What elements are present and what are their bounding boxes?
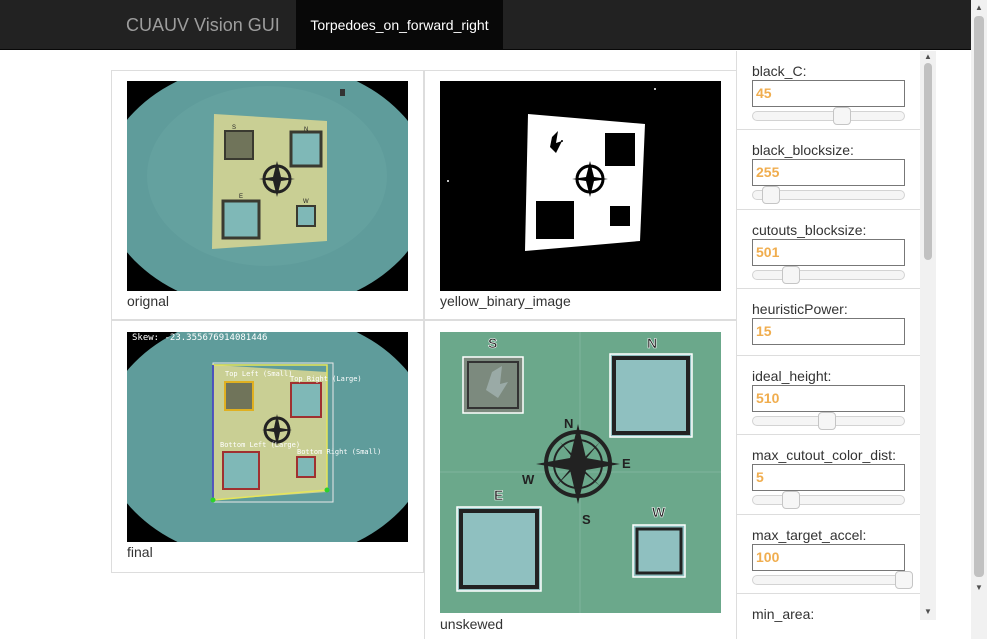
svg-text:E: E [239, 194, 243, 200]
slider-handle[interactable] [895, 571, 913, 589]
svg-text:S: S [232, 125, 236, 131]
svg-text:Bottom Right (Small): Bottom Right (Small) [297, 448, 381, 456]
page-scroll-thumb[interactable] [974, 16, 984, 577]
param-label: black_C: [752, 63, 807, 79]
param-heuristic-power-input[interactable]: 15 [752, 318, 905, 345]
image-caption: yellow_binary_image [440, 293, 571, 309]
param-black-c-input[interactable]: 45 [752, 80, 905, 107]
param-min-area: min_area: [737, 594, 920, 639]
svg-text:N: N [304, 127, 308, 133]
slider-handle[interactable] [833, 107, 852, 125]
param-ideal-height: ideal_height: 510 [737, 356, 920, 435]
scroll-down-icon[interactable]: ▼ [971, 582, 987, 594]
scroll-up-icon[interactable]: ▲ [971, 2, 987, 14]
image-panel-yellow-binary: yellow_binary_image [424, 70, 737, 320]
slider-handle[interactable] [781, 491, 800, 509]
svg-text:W: W [303, 199, 309, 205]
svg-text:N: N [647, 335, 657, 351]
image-panel-final: Skew: -23.355676914081446 Top Left (Smal… [111, 320, 424, 573]
param-ideal-height-input[interactable]: 510 [752, 385, 905, 412]
param-max-target-accel: max_target_accel: 100 [737, 515, 920, 594]
scroll-up-icon[interactable]: ▲ [920, 51, 936, 63]
param-cutouts-blocksize-slider[interactable] [752, 266, 905, 284]
param-label: black_blocksize: [752, 142, 854, 158]
param-black-blocksize-input[interactable]: 255 [752, 159, 905, 186]
image-panel-original: S N E W orignal [111, 70, 424, 320]
param-label: cutouts_blocksize: [752, 222, 867, 238]
param-cutouts-blocksize-input[interactable]: 501 [752, 239, 905, 266]
svg-text:S: S [488, 335, 497, 351]
slider-handle[interactable] [781, 266, 800, 284]
app-brand[interactable]: CUAUV Vision GUI [126, 15, 280, 36]
sidebar-scrollbar[interactable]: ▲ ▼ [920, 51, 936, 620]
svg-text:N: N [564, 416, 573, 431]
param-max-target-accel-input[interactable]: 100 [752, 544, 905, 571]
param-cutouts-blocksize: cutouts_blocksize: 501 [737, 210, 920, 289]
svg-text:Bottom Left (Large): Bottom Left (Large) [220, 441, 300, 449]
param-black-blocksize: black_blocksize: 255 [737, 130, 920, 210]
original-camera-image: S N E W [127, 81, 408, 291]
image-caption: orignal [127, 293, 170, 309]
image-caption: final [127, 544, 153, 560]
svg-text:W: W [522, 472, 535, 487]
param-max-cutout-color-dist-slider[interactable] [752, 491, 905, 509]
yellow-binary-image [440, 81, 721, 291]
svg-text:Top Left (Small): Top Left (Small) [225, 370, 292, 378]
param-black-c: black_C: 45 [737, 51, 920, 130]
final-overlay-image: Skew: -23.355676914081446 Top Left (Smal… [127, 332, 408, 542]
svg-text:E: E [494, 487, 503, 503]
slider-handle[interactable] [762, 186, 781, 204]
slider-handle[interactable] [817, 412, 836, 430]
svg-text:Top Right (Large): Top Right (Large) [290, 375, 362, 383]
param-max-target-accel-slider[interactable] [752, 571, 913, 589]
svg-text:E: E [622, 456, 631, 471]
scroll-down-icon[interactable]: ▼ [920, 606, 936, 618]
param-heuristic-power: heuristicPower: 15 [737, 289, 920, 356]
param-label: max_target_accel: [752, 527, 867, 543]
param-max-cutout-color-dist-input[interactable]: 5 [752, 464, 905, 491]
param-label: ideal_height: [752, 368, 832, 384]
param-black-c-slider[interactable] [752, 107, 905, 125]
parameter-sidebar: black_C: 45 black_blocksize: 255 cutouts… [736, 51, 920, 639]
navbar: CUAUV Vision GUI Torpedoes_on_forward_ri… [0, 0, 971, 50]
svg-text:S: S [582, 512, 591, 527]
page-scrollbar[interactable]: ▲ ▼ [971, 0, 987, 639]
param-max-cutout-color-dist: max_cutout_color_dist: 5 [737, 435, 920, 515]
tab-active-module[interactable]: Torpedoes_on_forward_right [296, 0, 503, 50]
svg-text:Skew: -23.355676914081446: Skew: -23.355676914081446 [132, 333, 267, 343]
param-ideal-height-slider[interactable] [752, 412, 905, 430]
image-caption: unskewed [440, 616, 504, 632]
sidebar-scroll-thumb[interactable] [924, 63, 932, 260]
unskewed-image: S N E W N E S W [440, 332, 721, 613]
image-panel-unskewed: S N E W N E S W unskewed [424, 320, 737, 639]
param-label: heuristicPower: [752, 301, 848, 317]
svg-text:W: W [652, 504, 666, 520]
param-label: max_cutout_color_dist: [752, 447, 896, 463]
param-label: min_area: [752, 606, 815, 622]
param-black-blocksize-slider[interactable] [752, 186, 905, 204]
